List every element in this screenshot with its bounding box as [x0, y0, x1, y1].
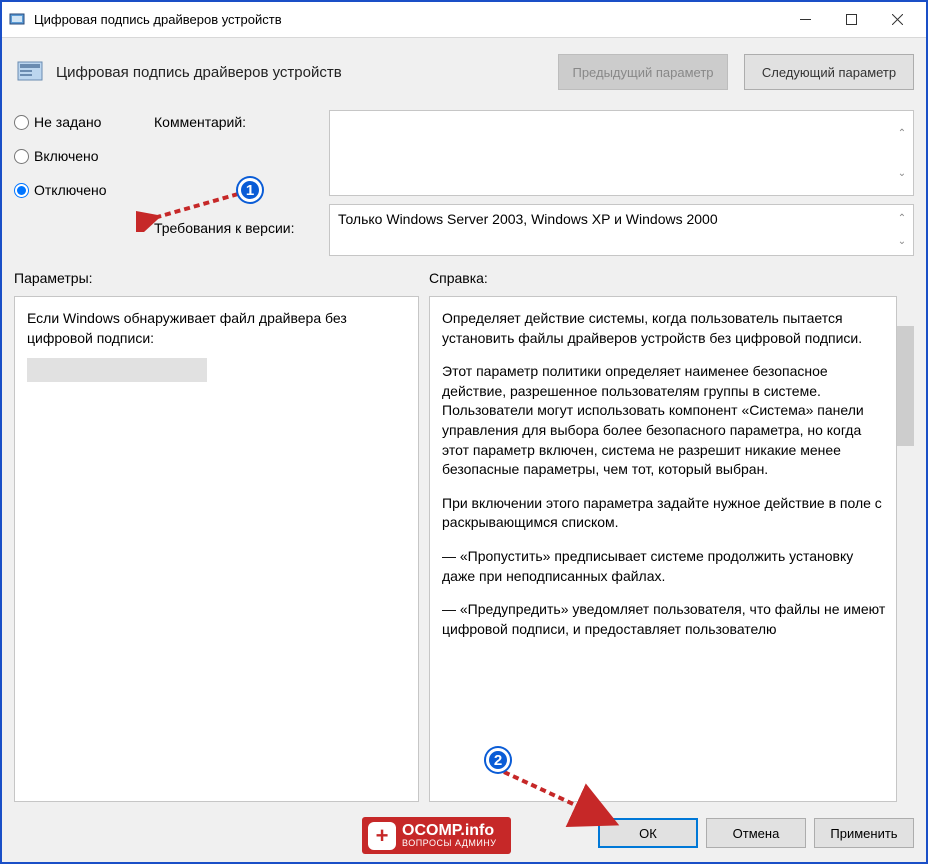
help-paragraph: При включении этого параметра задайте ну…	[442, 494, 888, 533]
header-title: Цифровая подпись драйверов устройств	[56, 64, 542, 81]
radio-enabled[interactable]: Включено	[14, 148, 154, 164]
radio-not-configured[interactable]: Не задано	[14, 114, 154, 130]
maximize-button[interactable]	[828, 5, 874, 35]
config-area: Не задано Включено Отключено Комментарий…	[2, 102, 926, 264]
options-dropdown[interactable]	[27, 358, 207, 382]
next-setting-button[interactable]: Следующий параметр	[744, 54, 914, 90]
fields-column: ⌃ ⌄ Только Windows Server 2003, Windows …	[329, 110, 914, 256]
annotation-marker-1: 1	[238, 178, 262, 202]
radio-disabled-label: Отключено	[34, 182, 107, 198]
scroll-down-icon[interactable]: ⌄	[893, 230, 911, 253]
radio-not-configured-label: Не задано	[34, 114, 101, 130]
radio-not-configured-input[interactable]	[14, 115, 29, 130]
options-panel: Если Windows обнаруживает файл драйвера …	[14, 296, 419, 802]
radio-enabled-input[interactable]	[14, 149, 29, 164]
help-paragraph: Этот параметр политики определяет наимен…	[442, 362, 888, 480]
options-description: Если Windows обнаруживает файл драйвера …	[27, 309, 406, 348]
previous-setting-button: Предыдущий параметр	[558, 54, 728, 90]
watermark-logo: + OCOMP.info ВОПРОСЫ АДМИНУ	[362, 817, 511, 854]
apply-button[interactable]: Применить	[814, 818, 914, 848]
plus-icon: +	[368, 822, 396, 850]
help-label: Справка:	[429, 270, 488, 286]
radio-enabled-label: Включено	[34, 148, 99, 164]
logo-sub: ВОПРОСЫ АДМИНУ	[402, 839, 497, 848]
close-button[interactable]	[874, 5, 920, 35]
policy-icon	[14, 56, 46, 88]
options-label: Параметры:	[14, 270, 429, 286]
mid-labels: Параметры: Справка:	[2, 264, 926, 290]
ok-button[interactable]: ОК	[598, 818, 698, 848]
annotation-marker-2: 2	[486, 748, 510, 772]
help-paragraph: — «Предупредить» уведомляет пользователя…	[442, 600, 888, 639]
help-paragraph: Определяет действие системы, когда польз…	[442, 309, 888, 348]
help-paragraph: — «Пропустить» предписывает системе прод…	[442, 547, 888, 586]
content-area: Цифровая подпись драйверов устройств Пре…	[2, 38, 926, 862]
cancel-button[interactable]: Отмена	[706, 818, 806, 848]
help-scrollbar[interactable]	[897, 296, 914, 802]
radio-disabled[interactable]: Отключено	[14, 182, 154, 198]
window-title: Цифровая подпись драйверов устройств	[34, 12, 782, 27]
minimize-button[interactable]	[782, 5, 828, 35]
supported-label: Требования к версии:	[154, 220, 329, 236]
radio-disabled-input[interactable]	[14, 183, 29, 198]
logo-main: OCOMP.info	[402, 822, 494, 839]
header-row: Цифровая подпись драйверов устройств Пре…	[2, 38, 926, 102]
panels-row: Если Windows обнаруживает файл драйвера …	[2, 290, 926, 808]
supported-on-text: Только Windows Server 2003, Windows XP и…	[338, 211, 718, 227]
comment-textarea[interactable]: ⌃ ⌄	[329, 110, 914, 196]
app-icon	[8, 11, 26, 29]
supported-on-box: Только Windows Server 2003, Windows XP и…	[329, 204, 914, 256]
comment-label: Комментарий:	[154, 114, 329, 130]
scroll-down-icon[interactable]: ⌄	[893, 153, 911, 193]
supported-scroll[interactable]: ⌃ ⌄	[893, 207, 911, 253]
scroll-up-icon[interactable]: ⌃	[893, 113, 911, 153]
comment-scroll[interactable]: ⌃ ⌄	[893, 113, 911, 193]
scrollbar-thumb[interactable]	[897, 326, 914, 446]
state-radio-group: Не задано Включено Отключено	[14, 110, 154, 256]
scroll-up-icon[interactable]: ⌃	[893, 207, 911, 230]
titlebar: Цифровая подпись драйверов устройств	[2, 2, 926, 38]
help-panel: Определяет действие системы, когда польз…	[429, 296, 897, 802]
